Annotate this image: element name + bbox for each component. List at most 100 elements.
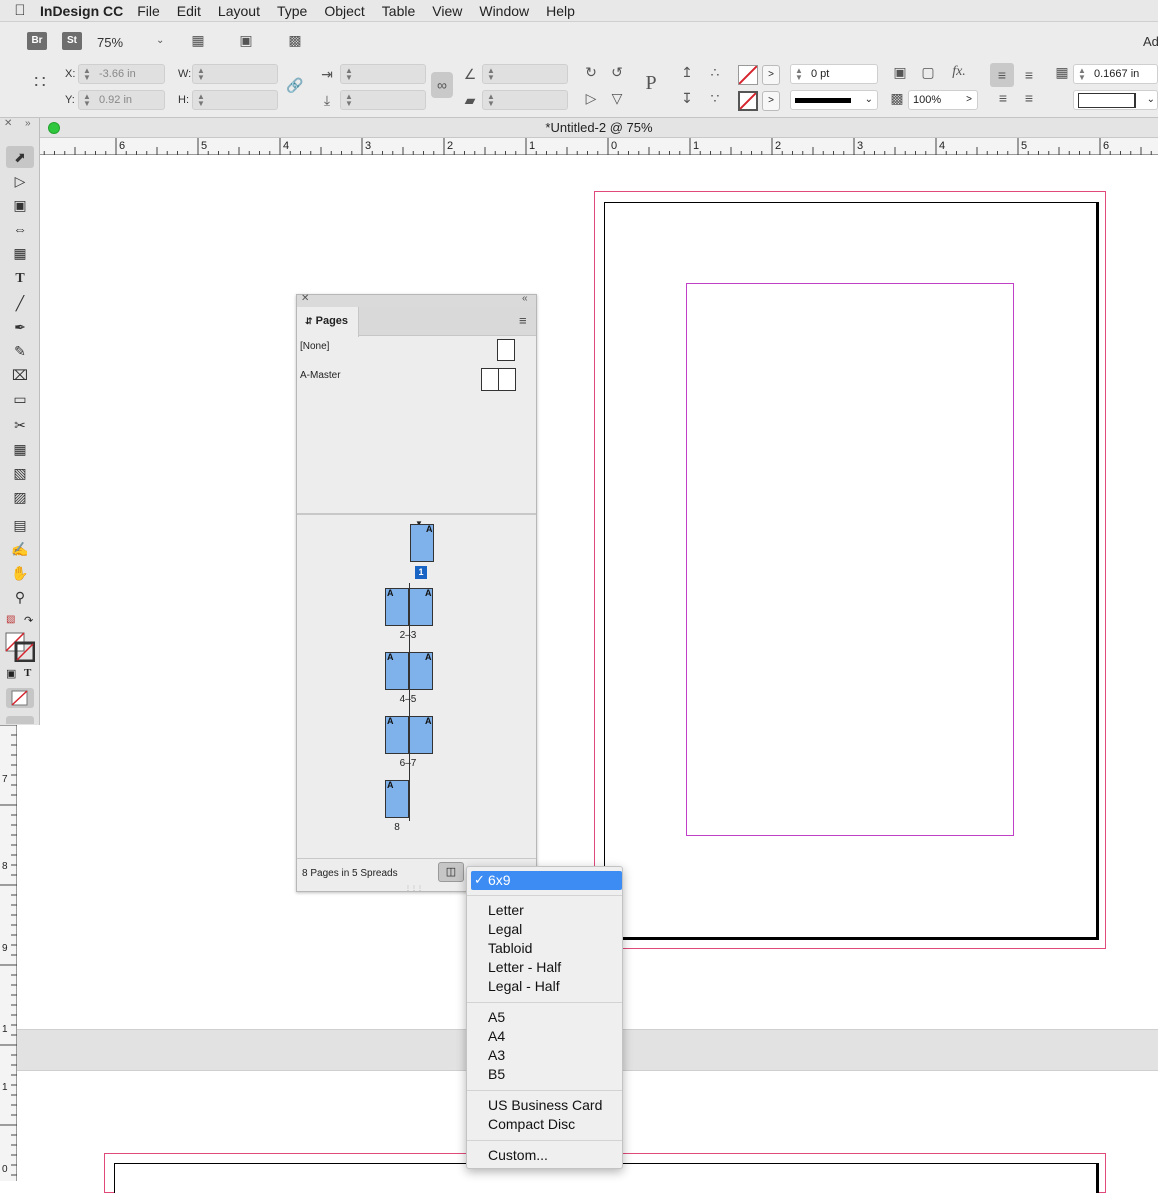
align-text-left-icon[interactable]: ≡: [990, 63, 1014, 87]
stroke-weight-spinner-icon[interactable]: ▲ ▼: [795, 67, 803, 82]
y-field[interactable]: ▲ ▼ 0.92 in: [78, 90, 165, 110]
vertical-ruler[interactable]: 7 8 9 1 1 0: [0, 724, 17, 1181]
x-spinner-icon[interactable]: ▲ ▼: [83, 67, 91, 82]
spread-label-4-5[interactable]: 4–5: [388, 694, 428, 705]
scale-y-spinner-icon[interactable]: ▲ ▼: [345, 93, 353, 108]
eyedropper-tool-icon[interactable]: ✍: [6, 538, 34, 560]
w-field[interactable]: ▲ ▼: [192, 64, 278, 84]
expand-panel-icon[interactable]: »: [25, 118, 31, 129]
app-menu[interactable]: InDesign CC: [40, 3, 123, 19]
scissors-tool-icon[interactable]: ✂: [6, 414, 34, 436]
panel-split-divider[interactable]: [297, 513, 536, 515]
page-tool-icon[interactable]: ▣: [6, 194, 34, 216]
zoom-chevron-down-icon[interactable]: ⌄: [156, 35, 164, 46]
menu-item-compact-disc[interactable]: Compact Disc: [488, 1116, 575, 1132]
align-text-right-icon[interactable]: ≡: [1018, 63, 1040, 87]
scale-x-field[interactable]: ▲ ▼: [340, 64, 426, 84]
y-spinner-icon[interactable]: ▲ ▼: [83, 93, 91, 108]
select-next-icon[interactable]: ∵: [704, 90, 726, 107]
hand-tool-icon[interactable]: ✋: [6, 562, 34, 584]
edit-page-size-button[interactable]: ◫: [438, 862, 464, 882]
default-colors-icon[interactable]: ▧: [6, 614, 15, 625]
spread-label-6-7[interactable]: 6–7: [388, 758, 428, 769]
type-tool-icon[interactable]: T: [6, 268, 34, 290]
menu-item-a4[interactable]: A4: [488, 1028, 505, 1044]
horizontal-ruler[interactable]: 6 5 4 3 2 1 0 1 2 3 4 5 6: [40, 138, 1158, 155]
close-panel-icon[interactable]: ✕: [4, 118, 12, 129]
menu-item-custom[interactable]: Custom...: [488, 1147, 548, 1163]
fill-stroke-icon[interactable]: [5, 632, 36, 663]
menu-item-a5[interactable]: A5: [488, 1009, 505, 1025]
apple-menu-icon[interactable]: : [0, 2, 40, 19]
tab-pages[interactable]: ⇵ Pages: [297, 307, 359, 337]
menu-type[interactable]: Type: [277, 3, 307, 19]
select-previous-icon[interactable]: ∴: [704, 64, 726, 81]
stroke-swatch[interactable]: [738, 91, 758, 111]
menu-edit[interactable]: Edit: [177, 3, 201, 19]
text-wrap-icon[interactable]: ≡: [992, 90, 1014, 106]
stroke-type-select[interactable]: ⌄: [790, 90, 878, 110]
pages-panel-close-icon[interactable]: ✕: [301, 293, 309, 304]
gradient-feather-tool-icon[interactable]: ▨: [6, 486, 34, 508]
menu-item-legal[interactable]: Legal: [488, 921, 522, 937]
reference-point-icon[interactable]: ∷: [26, 72, 54, 93]
frame-style-select[interactable]: ⌄: [1073, 90, 1158, 110]
page-number-1[interactable]: 1: [415, 566, 427, 579]
menu-item-tabloid[interactable]: Tabloid: [488, 940, 532, 956]
rotate-cw-icon[interactable]: ↻: [582, 64, 600, 81]
rectangle-tool-icon[interactable]: ▭: [6, 388, 34, 410]
constrain-proportions-icon[interactable]: 🔗: [286, 77, 304, 94]
menu-layout[interactable]: Layout: [218, 3, 260, 19]
gradient-swatch-tool-icon[interactable]: ▧: [6, 462, 34, 484]
apply-none-icon[interactable]: [6, 688, 34, 708]
rotation-spinner-icon[interactable]: ▲ ▼: [487, 67, 495, 82]
menu-window[interactable]: Window: [479, 3, 529, 19]
menu-object[interactable]: Object: [324, 3, 364, 19]
fitting-frame-icon[interactable]: ▣: [890, 64, 910, 81]
screen-mode-icon[interactable]: ▣: [234, 32, 258, 49]
rotate-ccw-icon[interactable]: ↺: [608, 64, 626, 81]
x-field[interactable]: ▲ ▼ -3.66 in: [78, 64, 165, 84]
panel-menu-icon[interactable]: ≡: [519, 313, 527, 328]
arrange-documents-icon[interactable]: ▩: [283, 32, 307, 49]
text-wrap-around-icon[interactable]: ≡: [1018, 90, 1040, 106]
gutter-field[interactable]: ▲ ▼ 0.1667 in: [1073, 64, 1158, 84]
master-none-thumbnail[interactable]: [497, 339, 515, 361]
drop-shadow-icon[interactable]: ▢: [918, 64, 938, 81]
shear-field[interactable]: ▲ ▼: [482, 90, 568, 110]
zoom-window-button[interactable]: [48, 122, 60, 134]
bridge-button[interactable]: Br: [27, 32, 47, 50]
select-content-icon[interactable]: ↧: [678, 90, 696, 107]
formatting-text-icon[interactable]: T: [24, 667, 31, 679]
menu-item-b5[interactable]: B5: [488, 1066, 505, 1082]
menu-item-letter-half[interactable]: Letter - Half: [488, 959, 561, 975]
menu-view[interactable]: View: [432, 3, 462, 19]
opacity-field[interactable]: 100% >: [908, 90, 978, 110]
menu-file[interactable]: File: [137, 3, 160, 19]
effects-fx-icon[interactable]: fx.: [948, 64, 970, 80]
gutter-spinner-icon[interactable]: ▲ ▼: [1078, 67, 1086, 82]
content-collector-icon[interactable]: ▦: [6, 242, 34, 264]
flip-horizontal-icon[interactable]: ▷: [582, 90, 600, 107]
rectangle-frame-tool-icon[interactable]: ⌧: [6, 364, 34, 386]
flip-vertical-icon[interactable]: ▽: [608, 90, 626, 107]
stock-button[interactable]: St: [62, 32, 82, 50]
menu-item-letter[interactable]: Letter: [488, 902, 524, 918]
stroke-swatch-menu-button[interactable]: >: [762, 91, 780, 111]
pencil-tool-icon[interactable]: ✎: [6, 340, 34, 362]
spread-label-2-3[interactable]: 2–3: [388, 630, 428, 641]
selection-tool-icon[interactable]: ⬈: [6, 146, 34, 168]
h-field[interactable]: ▲ ▼: [192, 90, 278, 110]
formatting-container-icon[interactable]: ▣: [6, 667, 16, 680]
swap-colors-icon[interactable]: ↷: [24, 614, 33, 627]
menu-table[interactable]: Table: [382, 3, 415, 19]
direct-selection-tool-icon[interactable]: ▷: [6, 170, 34, 192]
free-transform-tool-icon[interactable]: ▦: [6, 438, 34, 460]
shear-spinner-icon[interactable]: ▲ ▼: [487, 93, 495, 108]
h-spinner-icon[interactable]: ▲ ▼: [197, 93, 205, 108]
opacity-arrow-icon[interactable]: >: [966, 91, 972, 109]
scale-link-icon[interactable]: ∞: [431, 72, 453, 98]
paragraph-p-icon[interactable]: P: [638, 72, 664, 95]
gap-tool-icon[interactable]: ⇔: [6, 218, 34, 240]
menu-help[interactable]: Help: [546, 3, 575, 19]
